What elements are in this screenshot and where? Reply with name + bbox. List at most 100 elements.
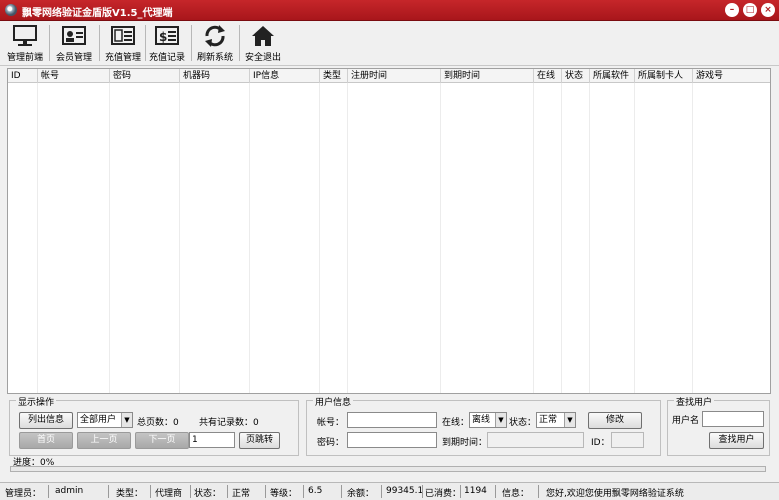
status-separator: [303, 485, 304, 498]
toolbar-label: 安全退出: [244, 53, 281, 63]
status-separator: [422, 485, 423, 498]
grid-header-game-id[interactable]: 游戏号: [693, 69, 770, 83]
id-field: [611, 432, 644, 448]
user-filter-select[interactable]: 全部用户 ▼: [77, 412, 133, 428]
member-card-icon: [62, 26, 86, 45]
toolbar-member-manage-button[interactable]: 会员管理: [53, 24, 95, 64]
username-search-input[interactable]: [702, 411, 764, 427]
display-operations-panel: 显示操作 列出信息 全部用户 ▼ 总页数：0 共有记录数：0 首页 上一页 下一…: [9, 395, 299, 456]
grid-header-machine-code[interactable]: 机器码: [180, 69, 250, 83]
toolbar-manage-front-button[interactable]: 管理前端: [5, 24, 45, 64]
window-title: 飘零网络验证金盾版V1.5_代理端: [22, 8, 173, 19]
search-user-panel: 查找用户 用户名 查找用户: [667, 395, 770, 456]
grid-header-ip[interactable]: IP信息: [250, 69, 320, 83]
toolbar-recharge-manage-button[interactable]: 充值管理: [102, 24, 144, 64]
password-input[interactable]: [347, 432, 437, 448]
grid-column-line: [319, 83, 320, 393]
grid-header-account[interactable]: 帐号: [38, 69, 110, 83]
type-label: 类型：: [116, 489, 144, 499]
toolbar-separator: [191, 25, 192, 61]
close-button[interactable]: ×: [761, 3, 775, 17]
id-label: ID：: [591, 438, 610, 448]
toolbar-separator: [49, 25, 50, 61]
grid-column-line: [37, 83, 38, 393]
online-label: 在线：: [442, 418, 470, 428]
level-label: 等级：: [270, 489, 298, 499]
level-value: 6.5: [308, 486, 323, 496]
spent-value: 1194: [464, 486, 487, 496]
manager-label: 管理员：: [5, 489, 42, 499]
toolbar-label: 会员管理: [55, 53, 92, 63]
state-label: 状态：: [194, 489, 222, 499]
grid-header-expire-time[interactable]: 到期时间: [441, 69, 534, 83]
status-select[interactable]: 正常 ▼: [536, 412, 576, 428]
toolbar-label: 刷新系统: [196, 53, 233, 63]
password-label: 密码：: [317, 438, 345, 448]
toolbar-label: 充值管理: [104, 53, 141, 63]
status-separator: [341, 485, 342, 498]
first-page-button[interactable]: 首页: [19, 432, 73, 449]
balance-label: 余额：: [347, 489, 375, 499]
grid-column-line: [533, 83, 534, 393]
status-separator: [48, 485, 49, 498]
user-data-grid[interactable]: ID 帐号 密码 机器码 IP信息 类型 注册时间 到期时间 在线 状态 所属软…: [7, 68, 771, 394]
panel-icon: [111, 26, 135, 45]
status-value: 正常: [539, 415, 558, 425]
grid-column-line: [179, 83, 180, 393]
grid-header-id[interactable]: ID: [8, 69, 38, 83]
total-records-label: 共有记录数：0: [199, 418, 259, 428]
next-page-button[interactable]: 下一页: [135, 432, 189, 449]
expire-time-field: [487, 432, 584, 448]
toolbar-separator: [99, 25, 100, 61]
toolbar-safe-exit-button[interactable]: 安全退出: [242, 24, 284, 64]
grid-header-status[interactable]: 状态: [562, 69, 590, 83]
list-info-button[interactable]: 列出信息: [19, 412, 73, 429]
prev-page-button[interactable]: 上一页: [77, 432, 131, 449]
grid-header-register-time[interactable]: 注册时间: [348, 69, 441, 83]
type-value: 代理商: [155, 489, 183, 499]
grid-header-password[interactable]: 密码: [110, 69, 180, 83]
info-label: 信息：: [502, 489, 530, 499]
grid-column-line: [249, 83, 250, 393]
grid-header-card-maker[interactable]: 所属制卡人: [635, 69, 693, 83]
status-separator: [460, 485, 461, 498]
toolbar-recharge-record-button[interactable]: $ 充值记录: [146, 24, 188, 64]
grid-header-online[interactable]: 在线: [534, 69, 562, 83]
total-pages-label: 总页数：0: [137, 418, 179, 428]
toolbar-refresh-button[interactable]: 刷新系统: [194, 24, 236, 64]
maximize-button[interactable]: □: [743, 3, 757, 17]
account-input[interactable]: [347, 412, 437, 428]
grid-column-line: [347, 83, 348, 393]
status-separator: [381, 485, 382, 498]
balance-value: 99345.1: [386, 486, 424, 496]
toolbar-label: 管理前端: [6, 53, 43, 63]
status-separator: [150, 485, 151, 498]
status-separator: [108, 485, 109, 498]
title-bar: 飘零网络验证金盾版V1.5_代理端 – □ ×: [0, 0, 779, 21]
refresh-icon: [205, 25, 225, 47]
grid-header-software[interactable]: 所属软件: [590, 69, 635, 83]
chevron-down-icon: ▼: [564, 413, 575, 427]
grid-column-line: [589, 83, 590, 393]
grid-header: ID 帐号 密码 机器码 IP信息 类型 注册时间 到期时间 在线 状态 所属软…: [8, 69, 770, 83]
minimize-button[interactable]: –: [725, 3, 739, 17]
display-panel-title: 显示操作: [16, 395, 57, 408]
status-separator: [538, 485, 539, 498]
grid-header-type[interactable]: 类型: [320, 69, 348, 83]
status-bar: 管理员： admin 类型： 代理商 状态： 正常 等级： 6.5 余额： 99…: [0, 482, 779, 500]
grid-column-line: [440, 83, 441, 393]
grid-column-line: [109, 83, 110, 393]
info-message: 您好,欢迎您使用飘零网络验证系统: [546, 489, 684, 499]
user-filter-value: 全部用户: [80, 415, 117, 425]
search-user-button[interactable]: 查找用户: [709, 432, 764, 449]
state-value: 正常: [232, 489, 251, 499]
chevron-down-icon: ▼: [121, 413, 132, 427]
page-number-input[interactable]: 1: [189, 432, 235, 448]
page-jump-button[interactable]: 页跳转: [239, 432, 280, 449]
online-select[interactable]: 离线 ▼: [469, 412, 507, 428]
toolbar-label: 充值记录: [148, 53, 185, 63]
expire-time-label: 到期时间：: [442, 438, 488, 448]
modify-button[interactable]: 修改: [588, 412, 642, 429]
dollar-list-icon: $: [155, 26, 179, 45]
app-icon: [5, 4, 17, 16]
